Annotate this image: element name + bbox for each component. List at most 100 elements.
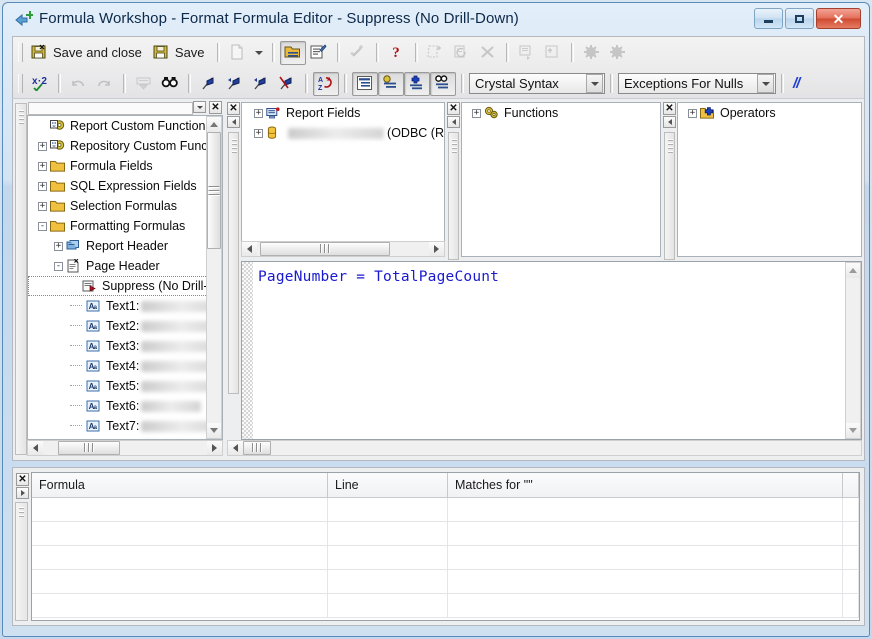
tree-item[interactable]: + Formula Fields [28, 156, 222, 176]
table-row[interactable] [32, 546, 859, 570]
scroll-thumb[interactable] [58, 441, 120, 455]
field-tree-hscrollbar[interactable] [241, 241, 445, 257]
save-and-close-button[interactable]: Save and close [27, 41, 149, 65]
field-tree-dock-strip[interactable] [228, 132, 239, 394]
show-formula-tree-button[interactable] [279, 40, 306, 65]
scroll-thumb[interactable] [260, 242, 390, 256]
scroll-right-arrow[interactable] [207, 441, 222, 455]
tree-item[interactable]: + Repository Custom Functions [28, 136, 222, 156]
scroll-left-arrow[interactable] [28, 441, 43, 455]
toolbar-grip[interactable] [18, 43, 23, 62]
scroll-down-arrow[interactable] [846, 423, 860, 438]
editor-vscrollbar[interactable] [845, 262, 861, 439]
syntax-select[interactable]: Crystal Syntax [469, 73, 605, 94]
tree-item[interactable]: Aa Text4: [28, 356, 222, 376]
field-tree-close-button[interactable]: ✕ [227, 102, 240, 115]
scroll-up-arrow[interactable] [207, 117, 221, 132]
formula-expert-button[interactable] [345, 41, 371, 65]
function-tree-dock-strip[interactable] [448, 132, 459, 260]
field-tree[interactable]: + Report Fields + (ODBC (R [242, 103, 444, 240]
redo-button[interactable] [92, 72, 118, 96]
tree-item[interactable]: - Formatting Formulas [28, 216, 222, 236]
tree-item[interactable]: Aa Text7: [28, 416, 222, 436]
rename-formula-button[interactable] [306, 41, 332, 65]
toolbar-grip[interactable] [18, 74, 23, 93]
scroll-left-arrow[interactable] [242, 242, 257, 256]
find-replace-button[interactable] [157, 72, 183, 96]
operator-tree-autohide-button[interactable] [663, 116, 676, 128]
operator-tree-button[interactable] [404, 71, 430, 96]
scroll-down-arrow[interactable] [207, 423, 221, 438]
tree-item[interactable]: Aa Text2: [28, 316, 222, 336]
workshop-tree-dock-strip[interactable] [15, 103, 27, 455]
sort-trees-button[interactable]: A Z [313, 71, 339, 96]
function-tree-close-button[interactable]: ✕ [447, 102, 460, 115]
workshop-tree-close-button[interactable]: ✕ [209, 101, 222, 114]
tree-item[interactable]: + Operators [678, 103, 861, 123]
scroll-up-arrow[interactable] [846, 263, 860, 278]
field-tree-button[interactable] [352, 71, 378, 96]
new-formula-dropdown-button[interactable] [251, 42, 267, 64]
table-row[interactable] [32, 522, 859, 546]
toggle-bookmark-button[interactable] [196, 72, 222, 96]
tree-item[interactable]: Suppress (No Drill-Down) [28, 276, 222, 296]
comment-button[interactable]: // [789, 72, 813, 96]
help-button[interactable]: ? [384, 41, 410, 65]
previous-bookmark-button[interactable] [248, 72, 274, 96]
browse-data-button[interactable] [131, 72, 157, 96]
operator-tree[interactable]: + Operators [678, 103, 861, 256]
undo-button[interactable] [66, 72, 92, 96]
scroll-thumb[interactable] [207, 132, 221, 249]
results-dock-strip[interactable] [15, 502, 28, 621]
table-row[interactable] [32, 570, 859, 594]
business-view-manager-button[interactable] [579, 41, 605, 65]
expand-toggle-icon[interactable]: + [472, 108, 481, 118]
results-autohide-button[interactable] [16, 487, 29, 499]
close-button[interactable]: ✕ [816, 8, 861, 29]
grid-column-header[interactable] [843, 473, 859, 497]
save-button[interactable]: Save [149, 41, 212, 65]
results-close-button[interactable]: ✕ [16, 473, 29, 486]
tree-item[interactable]: Aa Text5: [28, 376, 222, 396]
results-grid[interactable]: Formula Line Matches for "" [31, 472, 860, 621]
operator-tree-close-button[interactable]: ✕ [663, 102, 676, 115]
expand-toggle-icon[interactable]: + [38, 161, 47, 171]
tree-item[interactable]: Aa Text6: [28, 396, 222, 416]
function-tree-button[interactable] [378, 71, 404, 96]
workshop-tree-dropdown-button[interactable] [193, 101, 206, 113]
grid-column-header[interactable]: Line [328, 473, 448, 497]
workshop-tree-hscrollbar[interactable] [27, 440, 223, 456]
expand-toggle-icon[interactable]: + [38, 141, 47, 151]
new-formula-button[interactable] [225, 41, 251, 65]
add-to-repository-button[interactable] [449, 41, 475, 65]
update-repository-objects-button[interactable] [540, 41, 566, 65]
collapse-toggle-icon[interactable]: - [54, 261, 63, 271]
tree-item[interactable]: Aa Text1: [28, 296, 222, 316]
repository-explorer-button[interactable] [605, 41, 631, 65]
function-tree-autohide-button[interactable] [447, 116, 460, 128]
tree-item[interactable]: Aa Text3: [28, 336, 222, 356]
tree-item[interactable]: Report Custom Functions [28, 116, 222, 136]
check-syntax-button[interactable]: x ·2 [27, 72, 53, 96]
grid-column-header[interactable]: Formula [32, 473, 328, 497]
add-report-custom-function-button[interactable] [514, 41, 540, 65]
clear-all-bookmarks-button[interactable] [274, 72, 300, 96]
nulls-select-arrow[interactable] [757, 74, 774, 93]
collapse-toggle-icon[interactable]: - [38, 221, 47, 231]
nulls-select[interactable]: Exceptions For Nulls [618, 73, 776, 94]
next-bookmark-button[interactable] [222, 72, 248, 96]
table-row[interactable] [32, 594, 859, 618]
scroll-left-arrow[interactable] [228, 441, 243, 455]
expand-toggle-icon[interactable]: + [254, 108, 263, 118]
table-row[interactable] [32, 498, 859, 522]
use-expert-button[interactable] [430, 71, 456, 96]
editor-hscrollbar[interactable] [227, 440, 862, 456]
expand-toggle-icon[interactable]: + [54, 241, 63, 251]
maximize-button[interactable] [785, 8, 814, 29]
formula-editor[interactable]: PageNumber = TotalPageCount [241, 261, 862, 440]
delete-button[interactable] [475, 41, 501, 65]
expand-toggle-icon[interactable]: + [38, 201, 47, 211]
tree-item[interactable]: + Functions [462, 103, 660, 123]
scroll-thumb[interactable] [243, 441, 271, 455]
tree-item[interactable]: + SQL Expression Fields [28, 176, 222, 196]
